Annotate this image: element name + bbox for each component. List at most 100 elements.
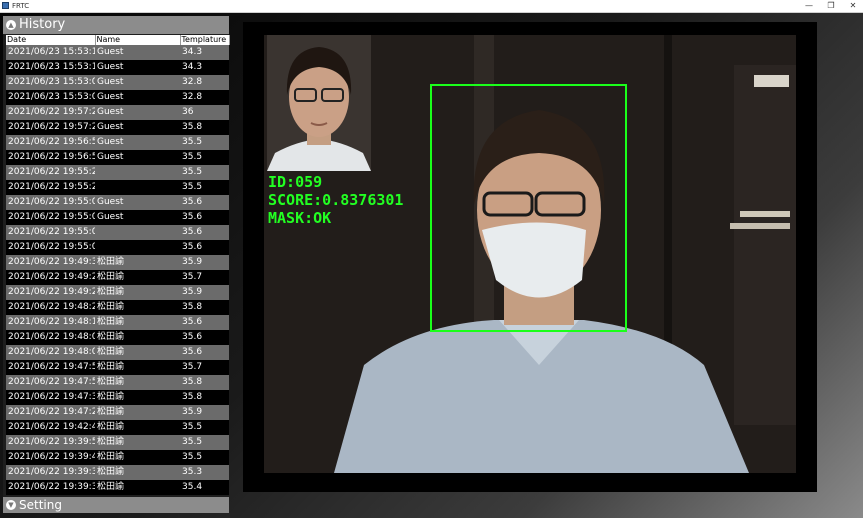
table-row[interactable]: 2021/06/22 19:55:00 35.6 [6, 240, 229, 255]
table-row[interactable]: 2021/06/23 15:53:16 Guest 34.3 [6, 60, 229, 75]
thumbnail-image [267, 35, 371, 171]
expand-circle-icon[interactable]: ▲ [6, 20, 16, 30]
table-row[interactable]: 2021/06/22 19:39:37 松田諭 35.3 [6, 465, 229, 480]
templature-cell: 35.5 [180, 450, 229, 465]
date-cell: 2021/06/22 19:47:31 [6, 390, 95, 405]
name-cell [95, 180, 180, 195]
column-header-date[interactable]: Date [6, 35, 96, 45]
name-cell: Guest [95, 105, 180, 120]
mask-status-text: MASK:OK [268, 209, 332, 227]
date-cell: 2021/06/22 19:56:55 [6, 150, 95, 165]
table-row[interactable]: 2021/06/22 19:48:22 松田諭 35.8 [6, 300, 229, 315]
table-row[interactable]: 2021/06/22 19:48:11 松田諭 35.6 [6, 315, 229, 330]
table-row[interactable]: 2021/06/22 19:47:22 松田諭 35.9 [6, 405, 229, 420]
date-cell: 2021/06/22 19:55:00 [6, 225, 95, 240]
table-row[interactable]: 2021/06/22 19:48:03 松田諭 35.6 [6, 345, 229, 360]
name-cell: Guest [95, 45, 180, 60]
date-cell: 2021/06/22 19:57:21 [6, 105, 95, 120]
table-row[interactable]: 2021/06/22 19:39:54 松田諭 35.5 [6, 435, 229, 450]
column-header-templature[interactable]: Templature [180, 35, 230, 45]
templature-cell: 36 [180, 105, 229, 120]
date-cell: 2021/06/22 19:47:54 [6, 375, 95, 390]
minimize-button[interactable]: — [800, 0, 818, 12]
templature-cell: 35.6 [180, 240, 229, 255]
table-row[interactable]: 2021/06/22 19:55:08 Guest 35.6 [6, 195, 229, 210]
templature-cell: 34.3 [180, 60, 229, 75]
table-row[interactable]: 2021/06/22 19:49:29 松田諭 35.7 [6, 270, 229, 285]
column-header-name[interactable]: Name [95, 35, 181, 45]
name-cell: Guest [95, 120, 180, 135]
history-header[interactable]: ▲ History [3, 16, 229, 34]
date-cell: 2021/06/23 15:53:16 [6, 45, 95, 60]
table-row[interactable]: 2021/06/22 19:56:55 Guest 35.5 [6, 150, 229, 165]
maximize-button[interactable]: ❐ [822, 0, 840, 12]
templature-cell: 35.6 [180, 195, 229, 210]
name-cell: Guest [95, 135, 180, 150]
table-row[interactable]: 2021/06/23 15:53:07 Guest 32.8 [6, 90, 229, 105]
date-cell: 2021/06/22 19:56:55 [6, 135, 95, 150]
templature-cell: 35.8 [180, 300, 229, 315]
templature-cell: 35.9 [180, 255, 229, 270]
name-cell: 松田諭 [95, 420, 180, 435]
table-row[interactable]: 2021/06/22 19:47:59 松田諭 35.7 [6, 360, 229, 375]
date-cell: 2021/06/22 19:39:37 [6, 465, 95, 480]
matched-face-thumbnail [267, 35, 371, 171]
templature-cell: 35.6 [180, 210, 229, 225]
templature-cell: 32.8 [180, 90, 229, 105]
table-row[interactable]: 2021/06/22 19:55:26 35.5 [6, 180, 229, 195]
table-row[interactable]: 2021/06/22 19:55:00 35.6 [6, 225, 229, 240]
table-row[interactable]: 2021/06/22 19:57:21 Guest 35.8 [6, 120, 229, 135]
table-row[interactable]: 2021/06/22 19:39:32 松田諭 35.4 [6, 480, 229, 495]
date-cell: 2021/06/22 19:48:11 [6, 315, 95, 330]
table-row[interactable]: 2021/06/22 19:47:54 松田諭 35.8 [6, 375, 229, 390]
templature-cell: 34.3 [180, 45, 229, 60]
table-row[interactable]: 2021/06/22 19:42:47 松田諭 35.5 [6, 420, 229, 435]
templature-cell: 35.6 [180, 345, 229, 360]
name-cell: 松田諭 [95, 375, 180, 390]
templature-cell: 35.6 [180, 315, 229, 330]
face-id-text: ID:059 [268, 173, 323, 191]
date-cell: 2021/06/22 19:42:47 [6, 420, 95, 435]
table-row[interactable]: 2021/06/22 19:55:08 Guest 35.6 [6, 210, 229, 225]
table-row[interactable]: 2021/06/22 19:56:55 Guest 35.5 [6, 135, 229, 150]
table-row[interactable]: 2021/06/22 19:48:07 松田諭 35.6 [6, 330, 229, 345]
table-row[interactable]: 2021/06/22 19:49:24 松田諭 35.9 [6, 285, 229, 300]
setting-title: Setting [19, 498, 62, 512]
templature-cell: 35.3 [180, 465, 229, 480]
table-row[interactable]: 2021/06/22 19:55:26 35.5 [6, 165, 229, 180]
table-row[interactable]: 2021/06/23 15:53:07 Guest 32.8 [6, 75, 229, 90]
window-title: FRTC [12, 2, 30, 10]
table-row[interactable]: 2021/06/22 19:57:21 Guest 36 [6, 105, 229, 120]
name-cell: 松田諭 [95, 300, 180, 315]
date-cell: 2021/06/22 19:57:21 [6, 120, 95, 135]
name-cell: 松田諭 [95, 405, 180, 420]
date-cell: 2021/06/22 19:39:40 [6, 450, 95, 465]
name-cell: Guest [95, 195, 180, 210]
templature-cell: 35.8 [180, 375, 229, 390]
templature-cell: 32.8 [180, 75, 229, 90]
table-row[interactable]: 2021/06/22 19:47:31 松田諭 35.8 [6, 390, 229, 405]
name-cell [95, 165, 180, 180]
date-cell: 2021/06/22 19:39:54 [6, 435, 95, 450]
templature-cell: 35.6 [180, 330, 229, 345]
face-detection-box [430, 84, 627, 332]
expand-circle-icon[interactable]: ▼ [6, 500, 16, 510]
date-cell: 2021/06/22 19:47:22 [6, 405, 95, 420]
date-cell: 2021/06/22 19:48:22 [6, 300, 95, 315]
date-cell: 2021/06/22 19:55:00 [6, 240, 95, 255]
name-cell: 松田諭 [95, 435, 180, 450]
table-row[interactable]: 2021/06/22 19:49:34 松田諭 35.9 [6, 255, 229, 270]
table-row[interactable]: 2021/06/22 19:39:40 松田諭 35.5 [6, 450, 229, 465]
setting-header[interactable]: ▼ Setting [3, 497, 229, 513]
name-cell: 松田諭 [95, 285, 180, 300]
table-row[interactable]: 2021/06/23 15:53:16 Guest 34.3 [6, 45, 229, 60]
history-table: Date Name Templature 2021/06/23 15:53:16… [6, 35, 230, 495]
close-button[interactable]: ✕ [844, 0, 862, 12]
templature-cell: 35.6 [180, 225, 229, 240]
date-cell: 2021/06/23 15:53:07 [6, 75, 95, 90]
templature-cell: 35.7 [180, 360, 229, 375]
history-panel: ▲ History Date Name Templature 2021/06/2… [3, 16, 230, 513]
templature-cell: 35.7 [180, 270, 229, 285]
date-cell: 2021/06/22 19:39:32 [6, 480, 95, 495]
date-cell: 2021/06/22 19:48:03 [6, 345, 95, 360]
